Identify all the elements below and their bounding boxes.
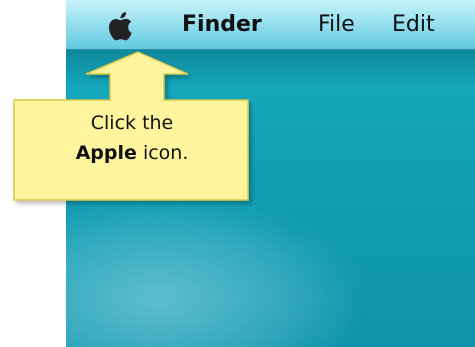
callout-line-2-rest: icon.: [136, 142, 189, 164]
instruction-callout: Click the Apple icon.: [13, 50, 250, 202]
menu-bar: Finder File Edit: [66, 0, 475, 50]
menu-file[interactable]: File: [318, 12, 355, 38]
callout-text: Click the Apple icon.: [14, 108, 250, 168]
callout-line-1: Click the: [90, 112, 174, 134]
callout-line-2: Apple icon.: [14, 138, 250, 168]
menu-edit[interactable]: Edit: [392, 12, 435, 38]
callout-apple-word: Apple: [75, 142, 137, 164]
menu-finder[interactable]: Finder: [182, 12, 262, 38]
apple-icon[interactable]: [104, 8, 138, 44]
